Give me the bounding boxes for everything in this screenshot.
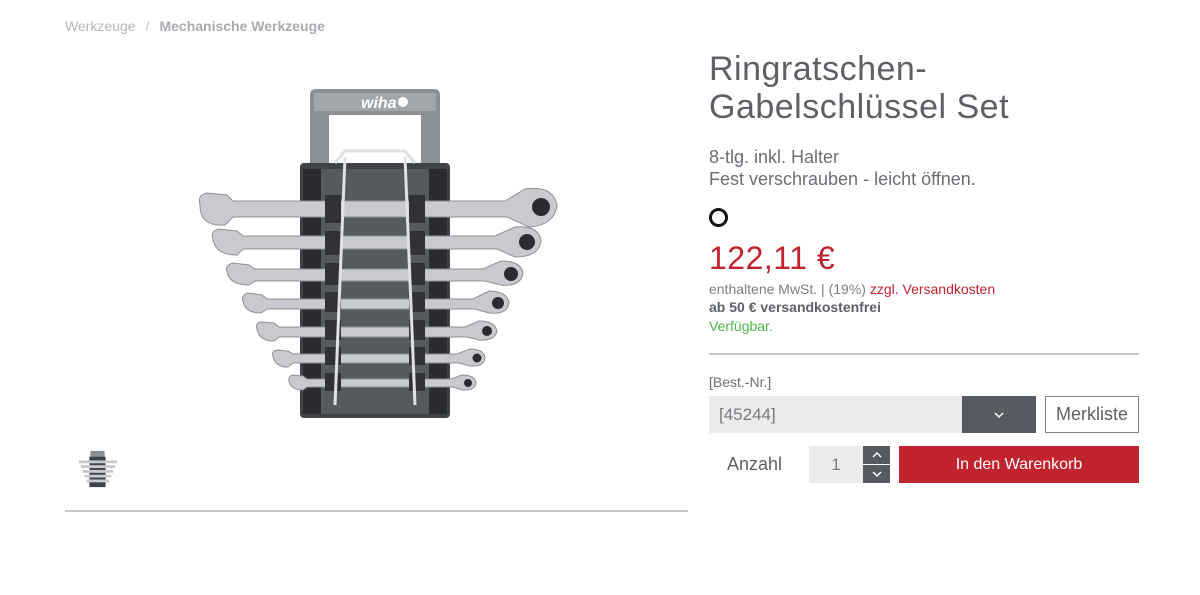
quantity-stepper: [863, 446, 890, 483]
quantity-increase-button[interactable]: [863, 446, 890, 464]
select-dropdown-button[interactable]: [962, 396, 1036, 433]
breadcrumb-separator: /: [145, 18, 150, 34]
product-title: Ringratschen- Gabelschlüssel Set: [709, 50, 1139, 126]
breadcrumb: Werkzeuge / Mechanische Werkzeuge: [65, 18, 325, 34]
product-price: 122,11 €: [709, 240, 836, 276]
brand-logo: wiha: [361, 95, 397, 112]
chevron-down-icon: [994, 411, 1004, 418]
gallery-divider: [65, 510, 688, 512]
add-to-cart-button[interactable]: In den Warenkorb: [899, 446, 1139, 483]
variant-selector-circle[interactable]: [709, 208, 728, 227]
availability-status: Verfügbar.: [709, 318, 773, 334]
order-number-value: [45244]: [719, 404, 776, 424]
product-thumbnail[interactable]: [75, 448, 120, 490]
product-title-line2: Gabelschlüssel Set: [709, 88, 1010, 126]
product-subtitle-line2: Fest verschrauben - leicht öffnen.: [709, 169, 976, 189]
product-subtitle-line1: 8-tlg. inkl. Halter: [709, 147, 840, 167]
tax-info: enthaltene MwSt. | (19%) zzgl. Versandko…: [709, 281, 1139, 297]
product-gallery: wiha: [65, 60, 688, 512]
quantity-label: Anzahl: [727, 454, 783, 474]
add-to-cart-row: Anzahl In den Warenkorb: [709, 446, 1139, 483]
breadcrumb-item-werkzeuge[interactable]: Werkzeuge: [65, 18, 136, 34]
order-number-row: [45244] Merkliste: [709, 396, 1139, 433]
shipping-costs-link[interactable]: zzgl. Versandkosten: [870, 281, 995, 297]
product-main-image[interactable]: wiha: [185, 85, 565, 430]
quantity-decrease-button[interactable]: [863, 465, 890, 483]
free-shipping-note: ab 50 € versandkostenfrei: [709, 299, 881, 315]
info-divider: [709, 353, 1139, 355]
order-number-label: [Best.-Nr.]: [709, 374, 772, 390]
wishlist-button[interactable]: Merkliste: [1045, 396, 1139, 433]
product-title-line1: Ringratschen-: [709, 50, 928, 88]
product-subtitle: 8-tlg. inkl. Halter Fest verschrauben - …: [709, 146, 1139, 190]
tax-text: enthaltene MwSt. | (19%): [709, 281, 866, 297]
product-info: Ringratschen- Gabelschlüssel Set 8-tlg. …: [709, 50, 1139, 390]
quantity-input[interactable]: [809, 446, 863, 483]
breadcrumb-item-mechanische-werkzeuge[interactable]: Mechanische Werkzeuge: [159, 18, 324, 34]
chevron-up-icon: [871, 452, 882, 458]
chevron-down-icon: [871, 471, 882, 477]
